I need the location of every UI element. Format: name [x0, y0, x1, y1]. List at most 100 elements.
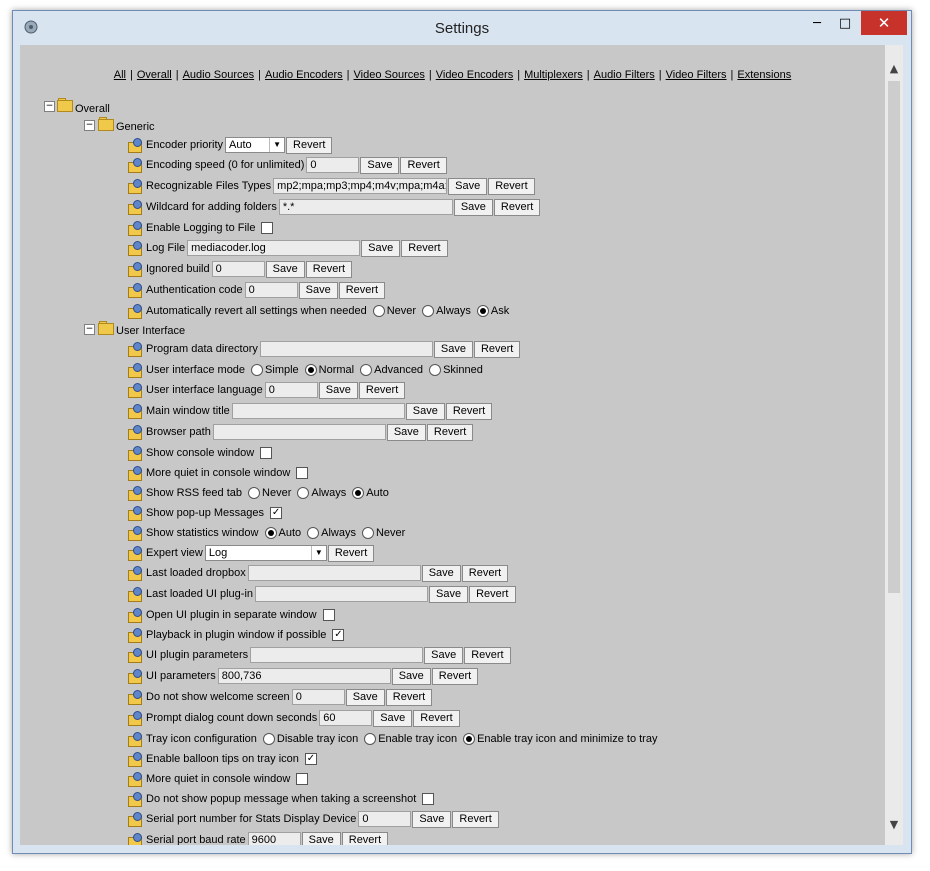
log-file-input[interactable]: mediacoder.log [187, 240, 361, 256]
radio-always[interactable] [422, 305, 435, 317]
tree-node-user-interface[interactable]: User Interface [116, 325, 185, 337]
revert-button[interactable]: Revert [413, 709, 460, 727]
save-button[interactable]: Save [298, 281, 338, 299]
save-button[interactable]: Save [361, 239, 401, 257]
save-button[interactable]: Save [391, 667, 431, 685]
auth-code-input[interactable]: 0 [244, 282, 298, 298]
revert-button[interactable]: Revert [461, 564, 509, 582]
maximize-button[interactable]: □ [831, 11, 859, 35]
ui-language-input[interactable]: 0 [264, 382, 318, 398]
radio-never[interactable] [372, 305, 385, 317]
revert-button[interactable]: Revert [358, 381, 406, 399]
no-popup-screenshot-checkbox[interactable] [422, 793, 435, 805]
collapse-overall-icon[interactable]: − [44, 101, 55, 112]
revert-button[interactable]: Revert [488, 177, 535, 195]
save-button[interactable]: Save [373, 709, 413, 727]
save-button[interactable]: Save [318, 381, 358, 399]
save-button[interactable]: Save [429, 585, 469, 603]
no-welcome-input[interactable]: 0 [291, 689, 345, 705]
setting-label: More quiet in console window [146, 467, 291, 479]
revert-button[interactable]: Revert [473, 340, 521, 358]
playback-plugin-checkbox[interactable]: ✓ [332, 629, 345, 641]
close-button[interactable]: ✕ [861, 11, 907, 35]
save-button[interactable]: Save [265, 260, 305, 278]
revert-button[interactable]: Revert [400, 156, 447, 174]
main-window-title-input[interactable] [231, 403, 405, 419]
radio-always[interactable] [307, 527, 320, 539]
radio-simple[interactable] [251, 364, 264, 376]
encoding-speed-input[interactable]: 0 [306, 157, 360, 173]
revert-button[interactable]: Revert [426, 423, 474, 441]
show-console-checkbox[interactable] [260, 447, 273, 459]
vertical-scrollbar[interactable]: ▲ ▼ [885, 45, 903, 845]
radio-advanced[interactable] [360, 364, 373, 376]
save-button[interactable]: Save [386, 423, 426, 441]
save-button[interactable]: Save [453, 198, 493, 216]
open-ui-plugin-checkbox[interactable] [322, 609, 335, 621]
more-quiet-checkbox[interactable] [296, 467, 309, 479]
wildcard-input[interactable]: *.* [278, 199, 453, 215]
title-bar[interactable]: Settings ─ □ ✕ [13, 11, 911, 45]
revert-button[interactable]: Revert [385, 688, 433, 706]
revert-button[interactable]: Revert [464, 646, 511, 664]
radio-always[interactable] [297, 487, 310, 499]
ui-params-input[interactable]: 800,736 [217, 668, 391, 684]
show-popup-checkbox[interactable]: ✓ [270, 507, 283, 519]
browser-path-input[interactable] [212, 424, 386, 440]
more-quiet-checkbox[interactable] [296, 773, 309, 785]
revert-button[interactable]: Revert [445, 402, 493, 420]
minimize-button[interactable]: ─ [803, 11, 831, 35]
collapse-ui-icon[interactable]: − [84, 324, 95, 335]
radio-disable-tray[interactable] [262, 733, 275, 745]
scroll-up-icon[interactable]: ▲ [885, 59, 903, 77]
scroll-down-icon[interactable]: ▼ [885, 815, 903, 833]
tree-node-overall[interactable]: Overall [75, 103, 110, 115]
ui-plugin-params-input[interactable] [250, 647, 424, 663]
revert-button[interactable]: Revert [401, 239, 448, 257]
enable-logging-checkbox[interactable] [261, 222, 274, 234]
radio-normal[interactable] [304, 364, 317, 376]
collapse-generic-icon[interactable]: − [84, 120, 95, 131]
save-button[interactable]: Save [301, 831, 341, 845]
expert-view-select[interactable]: Log ▼ [204, 545, 327, 561]
balloon-tips-checkbox[interactable]: ✓ [304, 753, 317, 765]
radio-enable-tray[interactable] [364, 733, 377, 745]
radio-never[interactable] [248, 487, 261, 499]
setting-label: Show RSS feed tab [146, 487, 243, 499]
revert-button[interactable]: Revert [286, 136, 333, 154]
last-dropbox-input[interactable] [247, 565, 421, 581]
save-button[interactable]: Save [360, 156, 400, 174]
revert-button[interactable]: Revert [341, 831, 389, 845]
radio-auto[interactable] [264, 527, 277, 539]
tree-node-generic[interactable]: Generic [116, 121, 155, 133]
file-types-input[interactable]: mp2;mpa;mp3;mp4;m4v;mpa;m4a; [273, 178, 448, 194]
baud-rate-input[interactable]: 9600 [247, 832, 301, 845]
radio-skinned[interactable] [429, 364, 442, 376]
revert-button[interactable]: Revert [327, 544, 375, 562]
save-button[interactable]: Save [421, 564, 461, 582]
setting-serial-port: Serial port number for Stats Display Dev… [128, 810, 499, 828]
encoder-priority-select[interactable]: Auto ▼ [225, 137, 286, 153]
last-ui-plugin-input[interactable] [255, 586, 429, 602]
revert-button[interactable]: Revert [452, 810, 499, 828]
radio-never[interactable] [361, 527, 374, 539]
save-button[interactable]: Save [448, 177, 488, 195]
prompt-countdown-input[interactable]: 60 [319, 710, 373, 726]
serial-port-input[interactable]: 0 [358, 811, 412, 827]
revert-button[interactable]: Revert [338, 281, 386, 299]
program-data-dir-input[interactable] [259, 341, 433, 357]
radio-ask[interactable] [476, 305, 489, 317]
save-button[interactable]: Save [345, 688, 385, 706]
radio-auto[interactable] [352, 487, 365, 499]
revert-button[interactable]: Revert [431, 667, 479, 685]
revert-button[interactable]: Revert [493, 198, 541, 216]
radio-enable-tray-minimize[interactable] [463, 733, 476, 745]
scroll-thumb[interactable] [888, 81, 900, 593]
save-button[interactable]: Save [412, 810, 452, 828]
save-button[interactable]: Save [433, 340, 473, 358]
revert-button[interactable]: Revert [469, 585, 516, 603]
save-button[interactable]: Save [405, 402, 445, 420]
revert-button[interactable]: Revert [305, 260, 353, 278]
save-button[interactable]: Save [424, 646, 464, 664]
ignored-build-input[interactable]: 0 [211, 261, 265, 277]
